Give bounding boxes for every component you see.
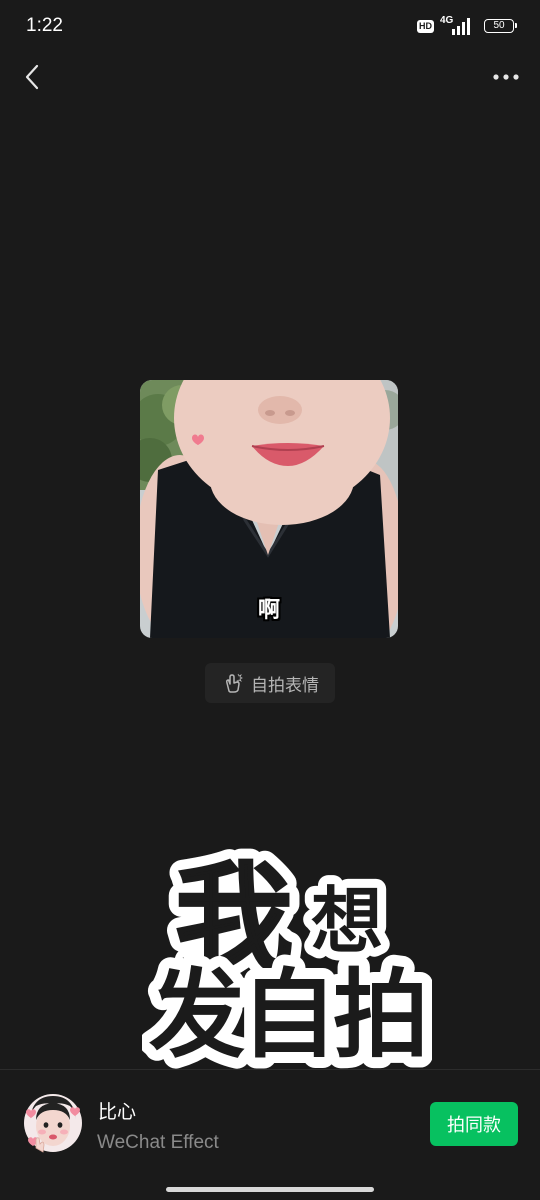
sticker-preview[interactable]: 啊 (140, 380, 398, 638)
sticker-caption: 啊 (257, 598, 280, 623)
battery-icon: 50 (484, 19, 517, 33)
effect-subtitle: WeChat Effect (97, 1132, 219, 1153)
promo-sticker: 我 我 想 想 发自拍 发自拍 我想 (138, 839, 440, 1082)
battery-level: 50 (493, 20, 505, 31)
finger-heart-icon (225, 673, 243, 693)
selfie-sticker-label: 自拍表情 (251, 675, 319, 696)
svg-text:想: 想 (311, 879, 383, 963)
status-time: 1:22 (26, 15, 63, 36)
status-bar: 1:22 HD 4G 50 (0, 0, 540, 54)
shoot-same-button[interactable]: 拍同款 (430, 1102, 518, 1146)
svg-text:发自拍: 发自拍 (149, 959, 425, 1070)
back-button[interactable] (18, 60, 50, 94)
hd-badge: HD (417, 19, 434, 33)
home-indicator[interactable] (166, 1187, 374, 1192)
more-options-button[interactable] (488, 62, 524, 92)
status-icons: HD 4G 50 (417, 15, 517, 37)
promo-line1: 我想 (142, 848, 143, 849)
effect-bar: 比心 WeChat Effect 拍同款 (0, 1070, 540, 1200)
signal-icon: 4G (440, 15, 472, 36)
selfie-sticker-button[interactable]: 自拍表情 (205, 663, 335, 703)
chevron-left-icon (25, 64, 39, 90)
more-icon (493, 74, 519, 80)
effect-avatar[interactable] (22, 1090, 84, 1156)
effect-name: 比心 (98, 1101, 137, 1123)
